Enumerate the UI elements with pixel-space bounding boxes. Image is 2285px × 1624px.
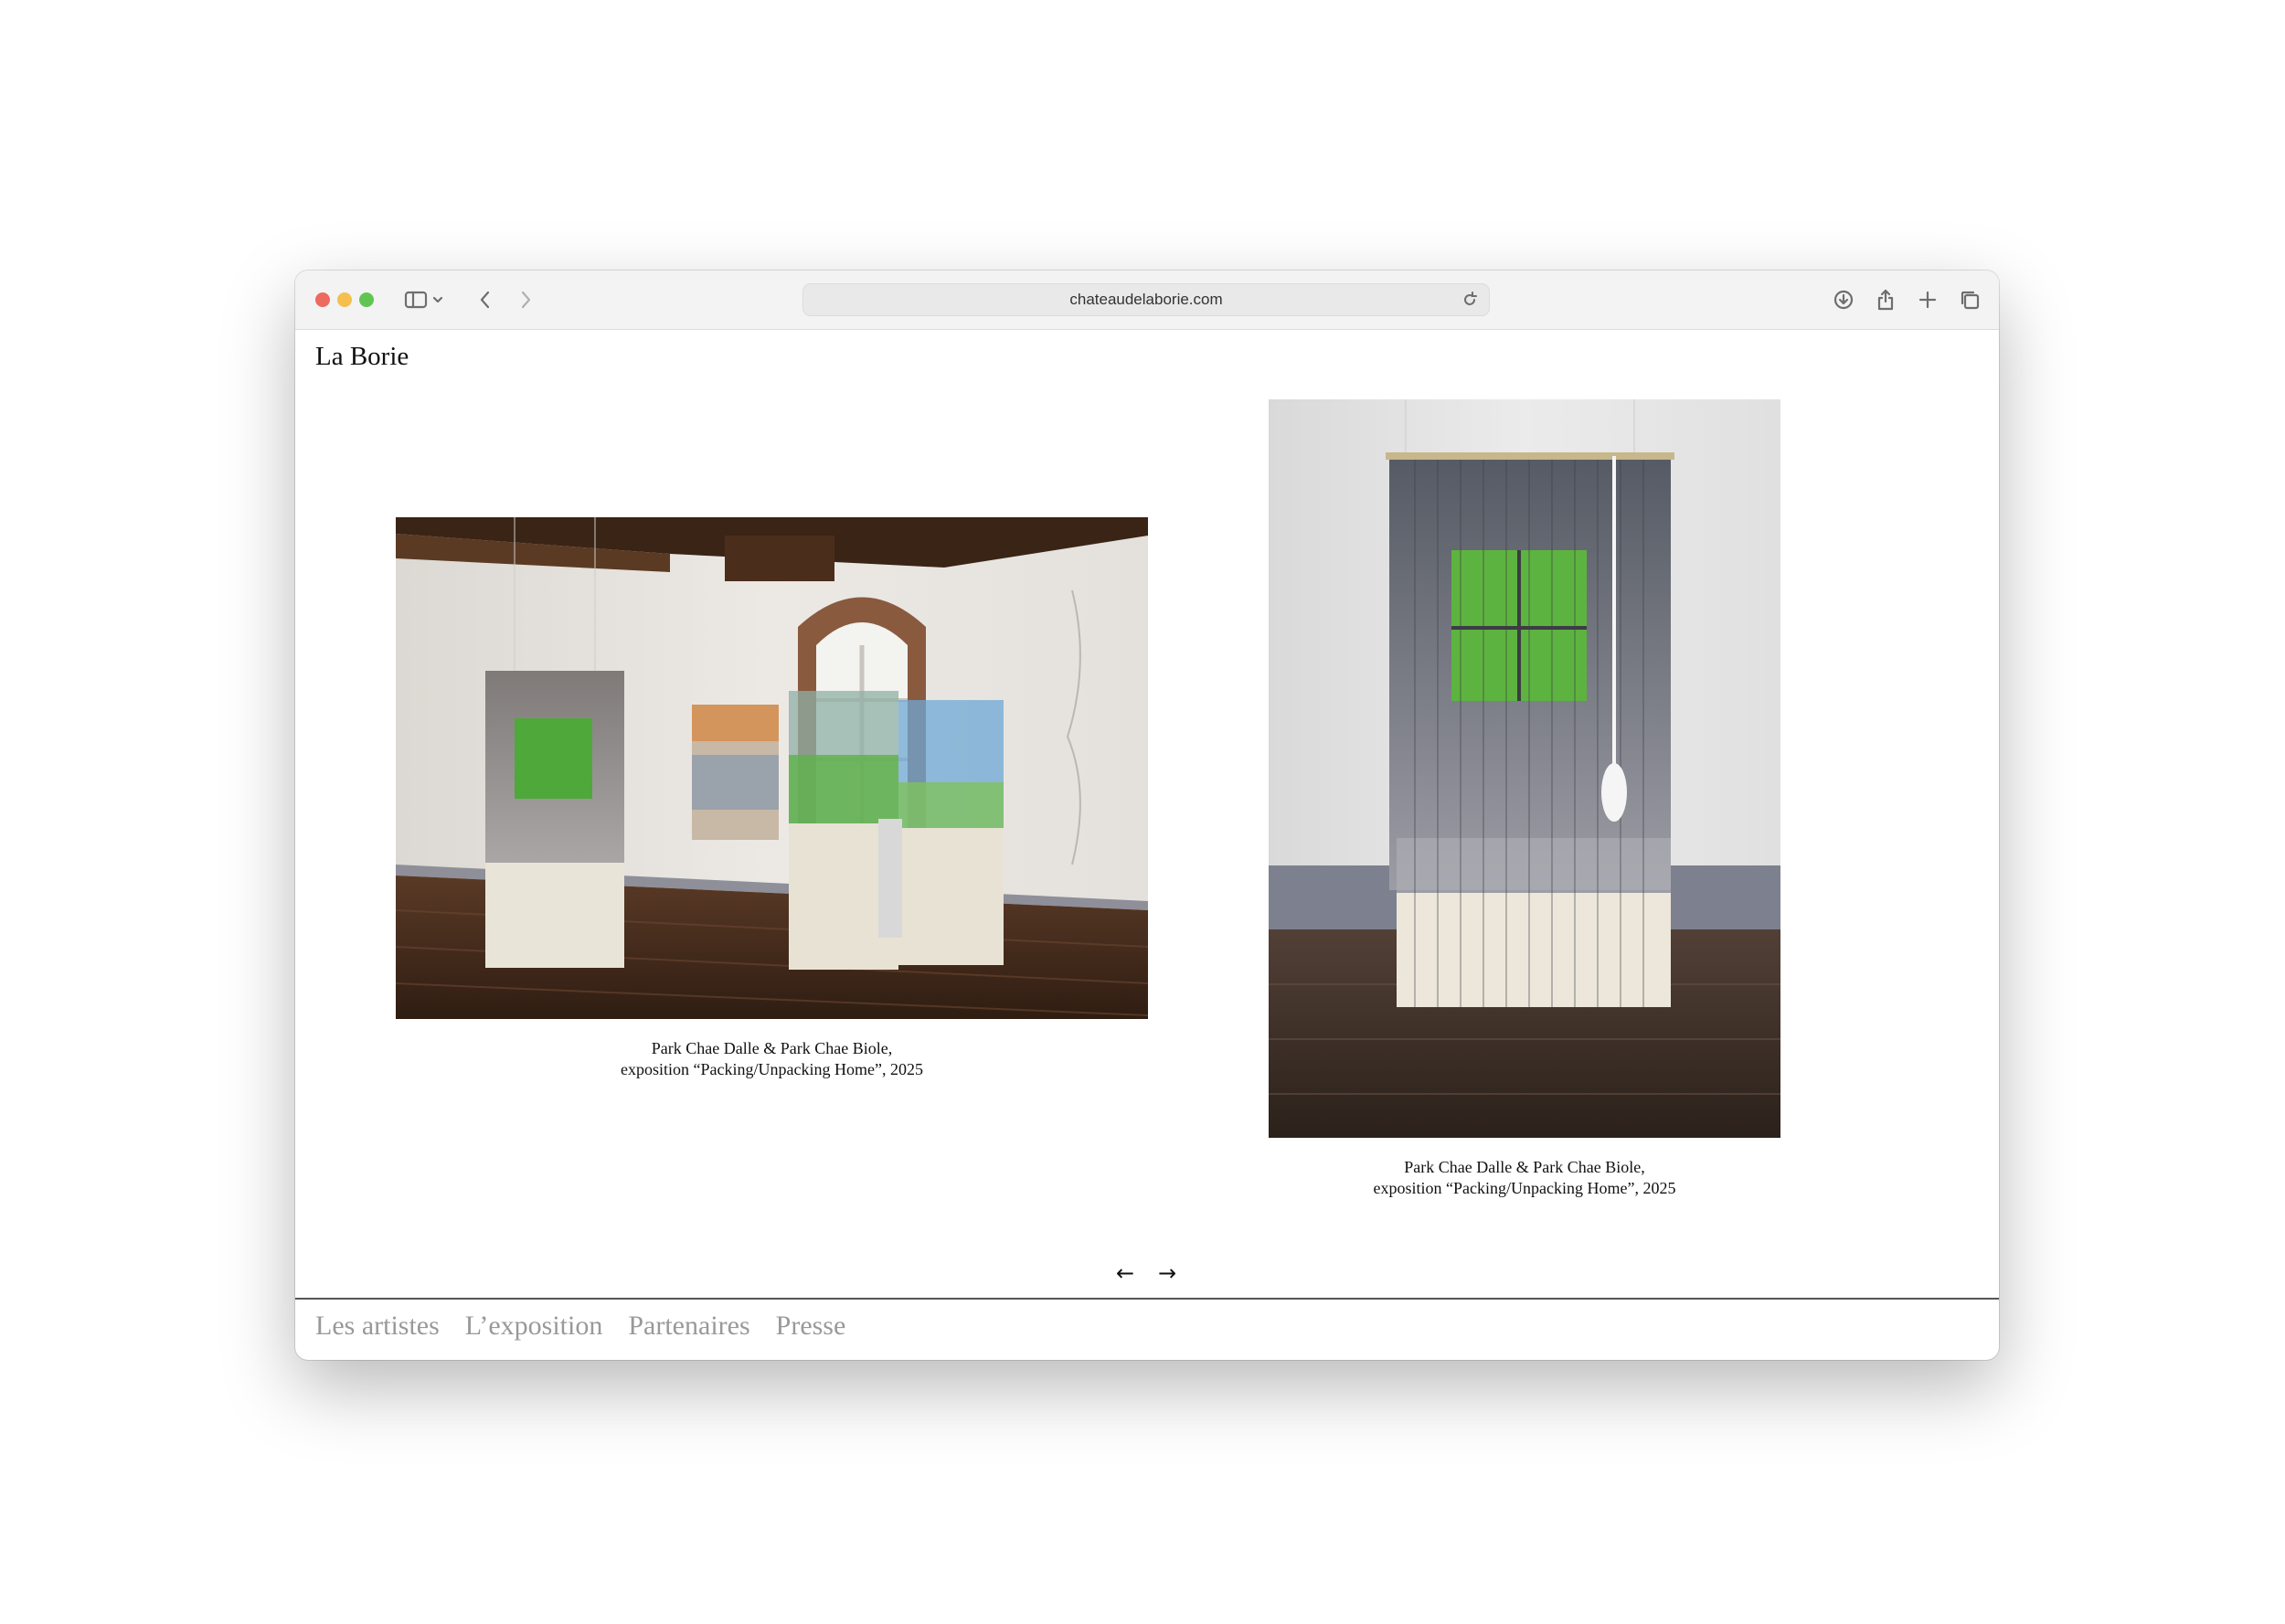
minimize-window-button[interactable] (337, 292, 352, 307)
previous-arrow-button[interactable]: ← (1110, 1259, 1141, 1287)
caption-line: exposition “Packing/Unpacking Home”, 202… (621, 1060, 923, 1078)
next-arrow-button[interactable]: → (1152, 1259, 1183, 1287)
share-icon[interactable] (1871, 285, 1900, 314)
maximize-window-button[interactable] (359, 292, 374, 307)
browser-toolbar: chateaudelaborie.com (295, 271, 1999, 330)
nav-link-artistes[interactable]: Les artistes (315, 1311, 440, 1342)
hanging-blind-photo[interactable] (1269, 399, 1780, 1138)
site-title[interactable]: La Borie (315, 342, 409, 372)
caption-line: Park Chae Dalle & Park Chae Biole, (1404, 1158, 1645, 1176)
chevron-down-icon[interactable] (429, 285, 447, 314)
url-text: chateaudelaborie.com (1069, 291, 1223, 308)
address-bar[interactable]: chateaudelaborie.com (802, 283, 1490, 316)
nav-link-presse[interactable]: Presse (776, 1311, 846, 1342)
nav-link-exposition[interactable]: L’exposition (465, 1311, 603, 1342)
caption-line: exposition “Packing/Unpacking Home”, 202… (1373, 1179, 1676, 1197)
downloads-icon[interactable] (1829, 285, 1858, 314)
reload-icon[interactable] (1458, 288, 1482, 312)
footer-nav: Les artistes L’exposition Partenaires Pr… (315, 1311, 845, 1342)
new-tab-icon[interactable] (1913, 285, 1942, 314)
photo-caption: Park Chae Dalle & Park Chae Biole, expos… (1269, 1157, 1780, 1199)
nav-link-partenaires[interactable]: Partenaires (628, 1311, 749, 1342)
forward-button[interactable] (511, 285, 540, 314)
footer-divider (295, 1298, 1999, 1300)
back-button[interactable] (471, 285, 500, 314)
exhibition-room-photo[interactable] (396, 517, 1148, 1019)
photo-caption: Park Chae Dalle & Park Chae Biole, expos… (396, 1038, 1148, 1080)
tab-overview-icon[interactable] (1955, 285, 1984, 314)
caption-line: Park Chae Dalle & Park Chae Biole, (651, 1039, 893, 1057)
browser-window: chateaudelaborie.com La Borie Park Chae … (295, 271, 1999, 1360)
sidebar-toggle-icon[interactable] (401, 285, 430, 314)
close-window-button[interactable] (315, 292, 330, 307)
